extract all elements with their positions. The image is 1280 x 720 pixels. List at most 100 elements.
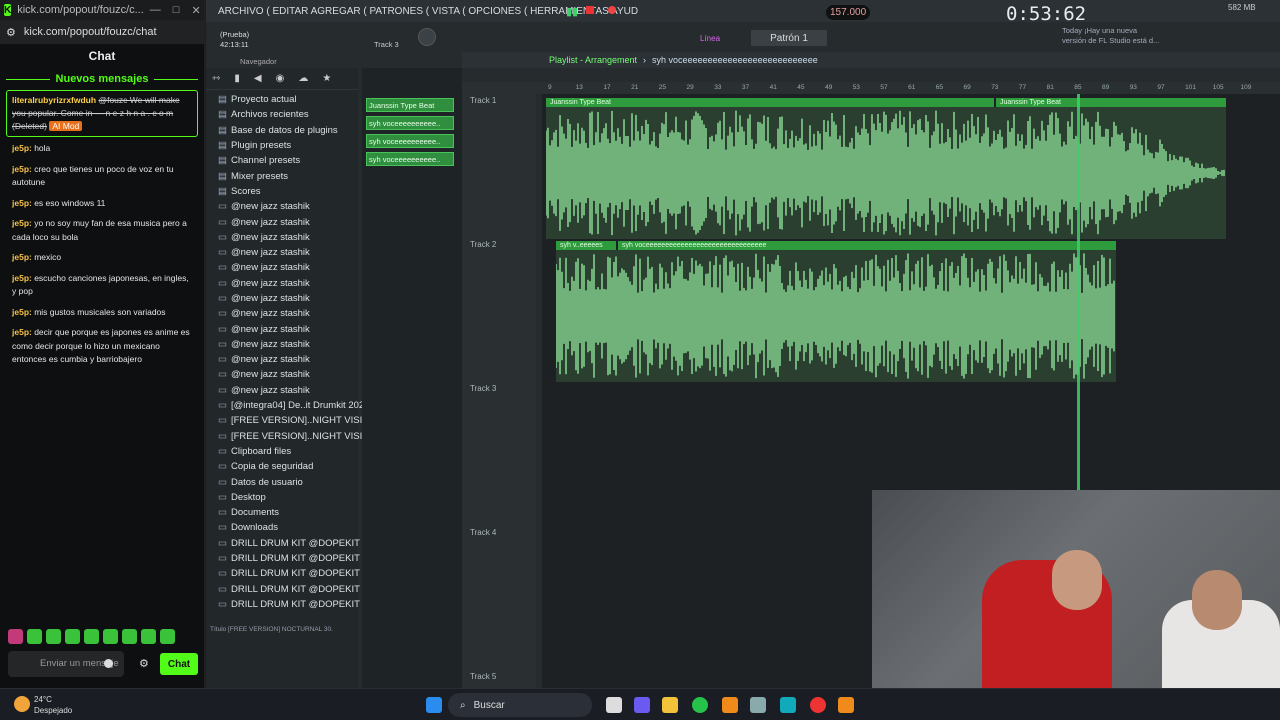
play-button[interactable]: ▮▮ (566, 5, 578, 18)
browser-item[interactable]: ▭ @new jazz stashik (206, 276, 358, 291)
plugin-icon[interactable]: ◉ (276, 73, 285, 84)
browser-item[interactable]: ▭ @new jazz stashik (206, 321, 358, 336)
arrows-icon[interactable]: ⇿ (212, 73, 220, 84)
new-messages-divider[interactable]: Nuevos mensajes (6, 72, 198, 86)
browser-item[interactable]: ▭ [FREE VERSION]..NIGHT VISION (206, 429, 377, 444)
browser-item[interactable]: ▭ @new jazz stashik (206, 245, 358, 260)
chat-username[interactable]: je5p: (12, 327, 34, 337)
cloud-icon[interactable]: ☁ (298, 73, 308, 84)
playlist-pattern-name[interactable]: syh voceeeeeeeeeeeeeeeeeeeeeeeeeee (652, 55, 818, 65)
emote-bar[interactable] (8, 629, 175, 644)
browser-item[interactable]: ▭ @new jazz stashik (206, 383, 358, 398)
file-explorer-icon[interactable] (662, 697, 678, 713)
capcut-icon[interactable] (780, 697, 796, 713)
browser-item[interactable]: ▤ Mixer presets (206, 168, 358, 183)
browser-item[interactable]: ▭ [@integra04] De..it Drumkit 2023 (206, 398, 369, 413)
clip-vocal-2[interactable]: syh voceeeeeeeeeeeeeeeeeeeeeeeeeeeeeee (618, 241, 1116, 250)
stop-button[interactable] (586, 6, 594, 14)
emote-icon[interactable] (160, 629, 175, 644)
browser-item[interactable]: ▭ Downloads (206, 520, 358, 535)
browser-item[interactable]: ▤ Base de datos de plugins (206, 123, 358, 138)
track-header[interactable]: Track 1 (470, 96, 496, 105)
browser-item[interactable]: ▤ Proyecto actual (206, 92, 358, 107)
waveform-track-1[interactable] (545, 107, 1226, 239)
chrome-icon[interactable] (810, 697, 826, 713)
browser-item[interactable]: ▭ DRILL DRUM KIT @DOPEKIT (206, 582, 360, 597)
chat-username[interactable]: je5p: (12, 218, 34, 228)
browser-item[interactable]: ▤ Plugin presets (206, 138, 358, 153)
channel-button[interactable]: syh voceeeeeeeeee.. (366, 152, 454, 166)
browser-item[interactable]: ▤ Scores (206, 184, 358, 199)
weather-widget[interactable]: 24°C Despejado (34, 694, 72, 716)
browser-item[interactable]: ▭ @new jazz stashik (206, 306, 358, 321)
send-chat-button[interactable]: Chat (160, 653, 198, 675)
song-time-display[interactable]: 0:53:62 (1006, 3, 1086, 25)
star-icon[interactable]: ★ (322, 73, 331, 84)
browser-item[interactable]: ▭ @new jazz stashik (206, 230, 358, 245)
browser-item[interactable]: ▭ DRILL DRUM KIT @DOPEKIT (206, 551, 360, 566)
browser-item[interactable]: ▤ Archivos recientes (206, 107, 358, 122)
address-bar[interactable]: ⚙ kick.com/popout/fouzc/chat (0, 20, 204, 44)
main-menu[interactable]: ARCHIVO ( EDITAR AGREGAR ( PATRONES ( VI… (206, 0, 1280, 22)
snap-selector[interactable]: Línea (700, 34, 720, 43)
weather-icon[interactable] (14, 696, 30, 712)
browser-item[interactable]: ▭ Clipboard files (206, 444, 358, 459)
minimize-icon[interactable]: — (150, 4, 161, 17)
tempo-display[interactable]: 157.000 (826, 5, 871, 20)
browser-item[interactable]: ▭ Datos de usuario (206, 474, 358, 489)
settings-gear-icon[interactable]: ⚙ (139, 657, 149, 670)
file-icon[interactable]: ▮ (234, 73, 240, 84)
emote-icon[interactable] (103, 629, 118, 644)
browser-item[interactable]: ▭ Desktop (206, 490, 358, 505)
browser-item[interactable]: ▭ Documents (206, 505, 358, 520)
window-controls[interactable]: — □ ✕ (150, 4, 201, 17)
chat-username[interactable]: je5p: (12, 164, 34, 174)
chat-username[interactable]: je5p: (12, 143, 34, 153)
chat-username[interactable]: je5p: (12, 198, 34, 208)
clip-juanssin-2[interactable]: Juanssin Type Beat (996, 98, 1226, 107)
whatsapp-icon[interactable] (692, 697, 708, 713)
taskbar-search[interactable]: ⌕ Buscar (448, 693, 592, 717)
browser-item[interactable]: ▭ @new jazz stashik (206, 337, 358, 352)
browser-item[interactable]: ▭ @new jazz stashik (206, 291, 358, 306)
browser-item[interactable]: ▭ Copia de seguridad (206, 459, 358, 474)
pattern-selector[interactable]: Patrón 1 (751, 30, 827, 46)
speaker-icon[interactable]: ◀ (254, 73, 262, 84)
track-header[interactable]: Track 3 (470, 384, 496, 393)
settings-icon[interactable] (750, 697, 766, 713)
emoji-icon[interactable] (104, 659, 113, 668)
chat-username[interactable]: je5p: (12, 252, 34, 262)
emote-icon[interactable] (141, 629, 156, 644)
browser-item[interactable]: ▭ @new jazz stashik (206, 352, 358, 367)
channel-button[interactable]: Juanssin Type Beat (366, 98, 454, 112)
chat-username[interactable]: je5p: (12, 273, 34, 283)
browser-item[interactable]: ▭ @new jazz stashik (206, 214, 358, 229)
track-header[interactable]: Track 2 (470, 240, 496, 249)
emote-icon[interactable] (27, 629, 42, 644)
close-icon[interactable]: ✕ (191, 4, 200, 17)
browser-item[interactable]: ▭ @new jazz stashik (206, 260, 358, 275)
emote-icon[interactable] (65, 629, 80, 644)
master-volume-knob[interactable] (418, 28, 436, 46)
clip-vocal-1[interactable]: syh v..eeeees (556, 241, 616, 250)
fl-studio-active-icon[interactable] (838, 697, 854, 713)
maximize-icon[interactable]: □ (173, 4, 180, 17)
track-header[interactable]: Track 4 (470, 528, 496, 537)
browser-item[interactable]: ▭ [FREE VERSION]..NIGHT VISION (206, 413, 377, 428)
record-button[interactable] (608, 6, 616, 14)
browser-item[interactable]: ▭ DRILL DRUM KIT @DOPEKIT (206, 536, 360, 551)
browser-toolbar[interactable]: ⇿ ▮ ◀ ◉ ☁ ★ (206, 68, 358, 90)
browser-item[interactable]: ▭ DRILL DRUM KIT @DOPEKIT (206, 566, 360, 581)
copilot-icon[interactable] (634, 697, 650, 713)
emote-icon[interactable] (122, 629, 137, 644)
browser-item[interactable]: ▭ DRILL DRUM KIT @DOPEKIT (206, 597, 360, 612)
emote-icon[interactable] (84, 629, 99, 644)
waveform-track-2[interactable] (555, 250, 1116, 382)
news-panel[interactable]: Today ¡Hay una nueva versión de FL Studi… (1062, 26, 1162, 46)
chat-username[interactable]: je5p: (12, 307, 34, 317)
track-header[interactable]: Track 5 (470, 672, 496, 681)
site-info-icon[interactable]: ⚙ (6, 26, 16, 39)
channel-button[interactable]: syh voceeeeeeeeee.. (366, 134, 454, 148)
timeline-ruler[interactable]: 9 13 17 21 25 29 33 37 41 45 49 53 57 61 65 69 73 77 81 85 8… (536, 82, 1280, 94)
emote-icon[interactable] (8, 629, 23, 644)
